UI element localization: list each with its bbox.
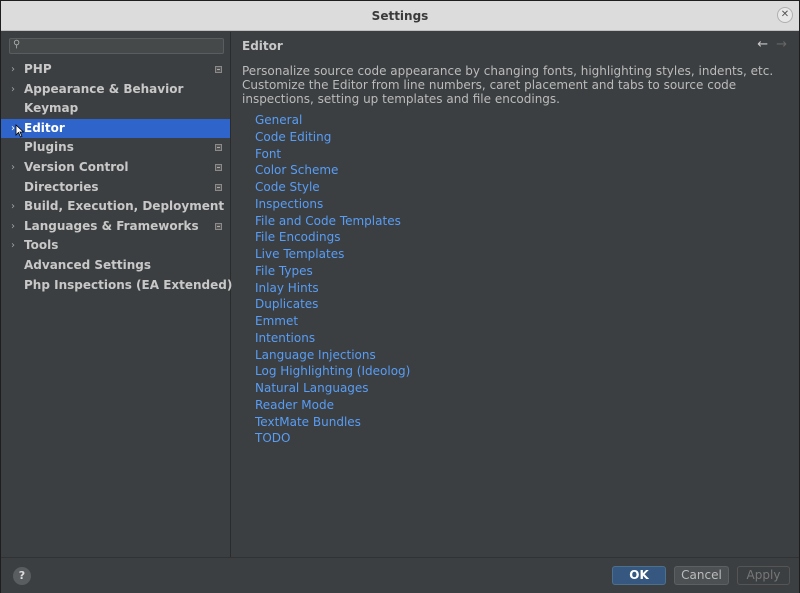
chevron-right-icon[interactable]: › — [11, 60, 15, 80]
dialog-footer: ? OK Cancel Apply — [1, 557, 799, 593]
sidebar-item-label: Advanced Settings — [24, 257, 152, 272]
cancel-button[interactable]: Cancel — [674, 566, 729, 585]
close-button[interactable]: ✕ — [777, 7, 793, 23]
settings-sidebar: ⚲ › PHP › Appearance & Behavior Keymap › Edito… — [1, 32, 233, 557]
sidebar-item-label: Version Control — [24, 159, 129, 174]
link-emmet[interactable]: Emmet — [255, 313, 410, 330]
forward-arrow-icon[interactable]: → — [776, 37, 787, 52]
link-log-highlighting-ideolog[interactable]: Log Highlighting (Ideolog) — [255, 363, 410, 380]
title-bar: Settings ✕ — [1, 1, 799, 31]
link-inlay-hints[interactable]: Inlay Hints — [255, 280, 410, 297]
ok-button[interactable]: OK — [612, 566, 666, 585]
search-input[interactable] — [26, 39, 221, 53]
sidebar-item-appearance-behavior[interactable]: › Appearance & Behavior — [1, 80, 230, 100]
sidebar-item-keymap[interactable]: Keymap — [1, 99, 230, 119]
chevron-right-icon[interactable]: › — [11, 236, 15, 256]
sidebar-item-label: Tools — [24, 238, 59, 253]
link-file-types[interactable]: File Types — [255, 263, 410, 280]
link-live-templates[interactable]: Live Templates — [255, 246, 410, 263]
project-scope-icon — [215, 163, 222, 171]
link-language-injections[interactable]: Language Injections — [255, 347, 410, 364]
link-code-editing[interactable]: Code Editing — [255, 129, 410, 146]
chevron-right-icon[interactable]: › — [11, 217, 15, 237]
link-natural-languages[interactable]: Natural Languages — [255, 380, 410, 397]
sidebar-item-version-control[interactable]: › Version Control — [1, 158, 230, 178]
page-description: Personalize source code appearance by ch… — [242, 64, 774, 106]
link-file-encodings[interactable]: File Encodings — [255, 229, 410, 246]
subpage-links: General Code Editing Font Color Scheme Code … — [255, 112, 410, 447]
link-duplicates[interactable]: Duplicates — [255, 296, 410, 313]
sidebar-item-label: Plugins — [24, 140, 74, 155]
link-inspections[interactable]: Inspections — [255, 196, 410, 213]
sidebar-item-directories[interactable]: Directories — [1, 178, 230, 198]
project-scope-icon — [215, 183, 222, 191]
chevron-right-icon[interactable]: › — [11, 80, 15, 100]
link-code-style[interactable]: Code Style — [255, 179, 410, 196]
project-scope-icon — [215, 144, 222, 152]
sidebar-item-editor[interactable]: › Editor — [1, 118, 230, 139]
link-general[interactable]: General — [255, 112, 410, 129]
window-title: Settings — [371, 9, 429, 23]
sidebar-item-label: Keymap — [24, 101, 79, 116]
sidebar-item-advanced-settings[interactable]: Advanced Settings — [1, 256, 230, 276]
apply-button[interactable]: Apply — [737, 566, 790, 585]
project-scope-icon — [215, 222, 222, 230]
link-color-scheme[interactable]: Color Scheme — [255, 162, 410, 179]
settings-tree: › PHP › Appearance & Behavior Keymap › Editor P… — [1, 60, 233, 296]
chevron-right-icon[interactable]: › — [11, 158, 15, 178]
link-file-and-code-templates[interactable]: File and Code Templates — [255, 213, 410, 230]
sidebar-item-php-inspections-ea-extended[interactable]: Php Inspections (EA Extended) — [1, 276, 233, 296]
link-font[interactable]: Font — [255, 146, 410, 163]
sidebar-item-plugins[interactable]: Plugins — [1, 138, 230, 158]
link-todo[interactable]: TODO — [255, 430, 410, 447]
close-icon: ✕ — [780, 9, 790, 20]
sidebar-item-label: Php Inspections (EA Extended) — [24, 277, 233, 292]
sidebar-item-label: Editor — [24, 120, 65, 135]
chevron-right-icon[interactable]: › — [11, 197, 15, 217]
sidebar-item-build-execution-deployment[interactable]: › Build, Execution, Deployment — [1, 197, 230, 217]
search-icon: ⚲ — [13, 39, 21, 50]
back-arrow-icon[interactable]: ← — [757, 37, 768, 52]
sidebar-item-label: Appearance & Behavior — [24, 81, 184, 96]
link-reader-mode[interactable]: Reader Mode — [255, 397, 410, 414]
mouse-cursor-icon — [15, 124, 25, 138]
page-title: Editor — [242, 39, 283, 53]
link-textmate-bundles[interactable]: TextMate Bundles — [255, 414, 410, 431]
nav-arrows: ← → — [749, 37, 787, 52]
sidebar-item-php[interactable]: › PHP — [1, 60, 230, 80]
sidebar-item-label: Directories — [24, 179, 99, 194]
search-box[interactable]: ⚲ — [9, 38, 224, 54]
sidebar-item-tools[interactable]: › Tools — [1, 236, 230, 256]
sidebar-item-languages-frameworks[interactable]: › Languages & Frameworks — [1, 217, 230, 237]
link-intentions[interactable]: Intentions — [255, 330, 410, 347]
sidebar-item-label: Build, Execution, Deployment — [24, 199, 225, 214]
settings-window: Settings ✕ ⚲ › PHP › Appearance & Behavior K… — [0, 0, 800, 593]
sidebar-item-label: Languages & Frameworks — [24, 218, 199, 233]
help-button[interactable]: ? — [13, 567, 31, 585]
content-panel: Editor ← → Personalize source code appear… — [232, 32, 799, 557]
sidebar-item-label: PHP — [24, 62, 52, 76]
project-scope-icon — [215, 66, 222, 73]
